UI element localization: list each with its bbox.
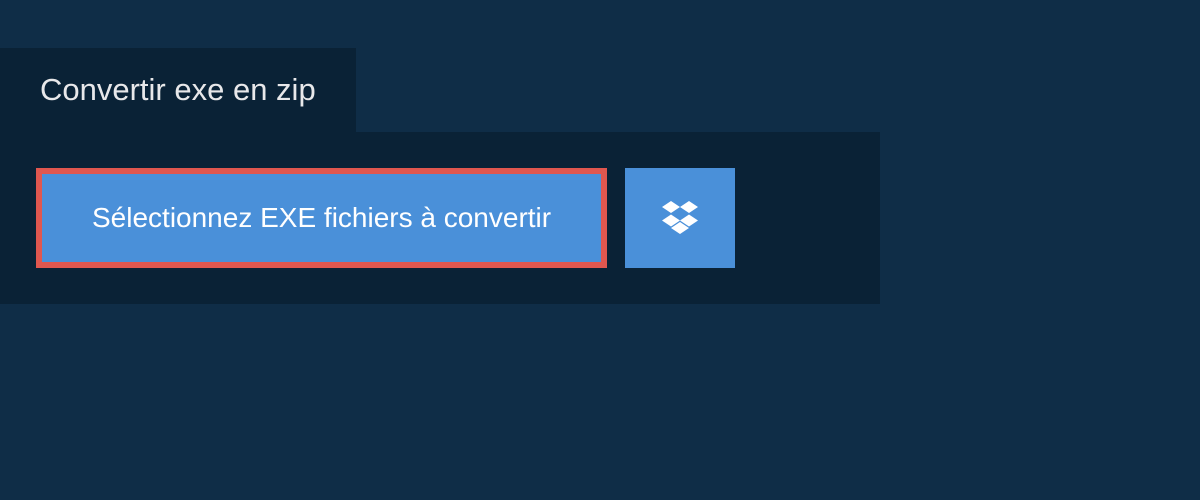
tab-convert[interactable]: Convertir exe en zip [0,48,356,132]
dropbox-icon [662,198,698,239]
select-files-button[interactable]: Sélectionnez EXE fichiers à convertir [36,168,607,268]
select-files-label: Sélectionnez EXE fichiers à convertir [92,202,551,233]
button-row: Sélectionnez EXE fichiers à convertir [36,168,844,268]
upload-panel: Sélectionnez EXE fichiers à convertir [0,132,880,304]
tab-title: Convertir exe en zip [40,72,316,107]
dropbox-button[interactable] [625,168,735,268]
